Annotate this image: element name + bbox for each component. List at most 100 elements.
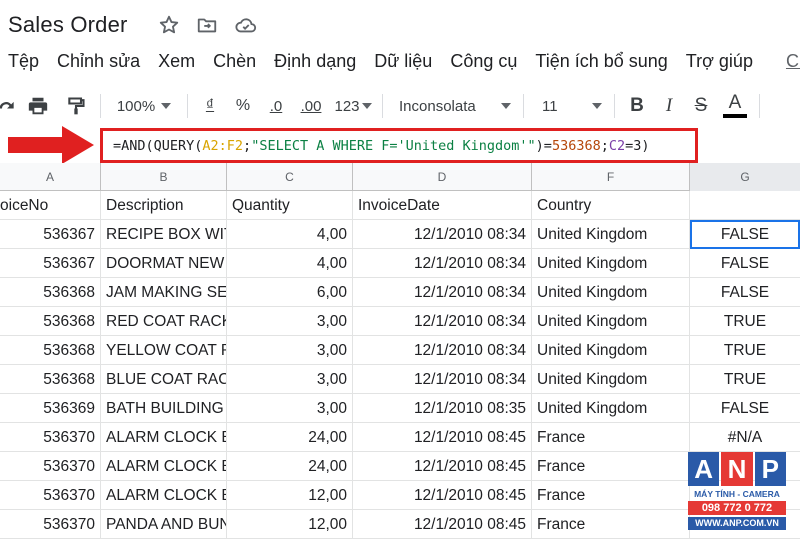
cell-g[interactable]: FALSE (690, 249, 800, 278)
cell-c[interactable]: 3,00 (227, 394, 353, 423)
cell-f[interactable]: United Kingdom (532, 220, 690, 249)
cell-d[interactable]: 12/1/2010 08:45 (353, 423, 532, 452)
menu-view[interactable]: Xem (149, 51, 204, 72)
text-color-button[interactable]: A (717, 93, 753, 118)
document-title[interactable]: Sales Order (8, 12, 128, 38)
cell-b[interactable]: Description (101, 191, 227, 220)
font-family-select[interactable]: Inconsolata (389, 98, 517, 115)
cell-a[interactable]: 536368 (0, 365, 101, 394)
formula-bar[interactable]: =AND(QUERY(A2:F2; "SELECT A WHERE F='Unit… (100, 128, 698, 163)
cell-g[interactable] (690, 191, 800, 220)
cell-c[interactable]: 6,00 (227, 278, 353, 307)
menu-format[interactable]: Định dạng (265, 51, 365, 72)
cell-b[interactable]: ALARM CLOCK B (101, 452, 227, 481)
cell-a[interactable]: 536368 (0, 307, 101, 336)
currency-format-button[interactable]: ₫ (194, 97, 226, 115)
cell-d[interactable]: 12/1/2010 08:45 (353, 481, 532, 510)
italic-button[interactable]: I (653, 95, 685, 117)
cell-d[interactable]: 12/1/2010 08:35 (353, 394, 532, 423)
column-header-g[interactable]: G (690, 163, 800, 191)
cell-d[interactable]: 12/1/2010 08:34 (353, 249, 532, 278)
cell-d[interactable]: 12/1/2010 08:45 (353, 452, 532, 481)
column-header-f[interactable]: F (532, 163, 690, 191)
cell-c[interactable]: 3,00 (227, 307, 353, 336)
cell-f[interactable]: United Kingdom (532, 336, 690, 365)
column-header-c[interactable]: C (227, 163, 353, 191)
cell-c[interactable]: 3,00 (227, 365, 353, 394)
font-size-select[interactable]: 11 (530, 98, 608, 115)
cell-b[interactable]: YELLOW COAT RA (101, 336, 227, 365)
cell-a[interactable]: 536370 (0, 510, 101, 539)
cell-f[interactable]: United Kingdom (532, 278, 690, 307)
cell-g[interactable]: TRUE (690, 307, 800, 336)
cell-c[interactable]: 12,00 (227, 481, 353, 510)
cell-b[interactable]: ALARM CLOCK B (101, 423, 227, 452)
cell-f[interactable]: France (532, 423, 690, 452)
print-icon[interactable] (18, 95, 58, 117)
more-formats-select[interactable]: 123 (330, 98, 376, 115)
cell-c[interactable]: Quantity (227, 191, 353, 220)
cell-g[interactable]: #N/A (690, 423, 800, 452)
cell-f[interactable]: France (532, 452, 690, 481)
redo-icon[interactable] (0, 96, 18, 116)
cell-c[interactable]: 24,00 (227, 452, 353, 481)
cell-a[interactable]: 536370 (0, 423, 101, 452)
cell-d[interactable]: 12/1/2010 08:45 (353, 510, 532, 539)
cloud-saved-icon[interactable] (234, 14, 258, 36)
menu-data[interactable]: Dữ liệu (365, 51, 441, 72)
cell-b[interactable]: RECIPE BOX WIT (101, 220, 227, 249)
cell-a[interactable]: 536368 (0, 278, 101, 307)
cell-f[interactable]: United Kingdom (532, 394, 690, 423)
cell-b[interactable]: PANDA AND BUN (101, 510, 227, 539)
cell-a[interactable]: 536368 (0, 336, 101, 365)
cell-b[interactable]: ALARM CLOCK B (101, 481, 227, 510)
cell-d[interactable]: 12/1/2010 08:34 (353, 220, 532, 249)
cell-f[interactable]: United Kingdom (532, 365, 690, 394)
menu-help[interactable]: Trợ giúp (677, 51, 762, 72)
cell-d[interactable]: InvoiceDate (353, 191, 532, 220)
cell-f[interactable]: United Kingdom (532, 249, 690, 278)
cell-b[interactable]: JAM MAKING SE (101, 278, 227, 307)
cell-c[interactable]: 4,00 (227, 220, 353, 249)
cell-c[interactable]: 12,00 (227, 510, 353, 539)
cell-d[interactable]: 12/1/2010 08:34 (353, 336, 532, 365)
cell-g[interactable]: FALSE (690, 220, 800, 249)
cell-c[interactable]: 3,00 (227, 336, 353, 365)
cell-d[interactable]: 12/1/2010 08:34 (353, 278, 532, 307)
cell-b[interactable]: BLUE COAT RACK (101, 365, 227, 394)
cell-g[interactable]: FALSE (690, 394, 800, 423)
menu-addons[interactable]: Tiện ích bổ sung (526, 51, 676, 72)
bold-button[interactable]: B (621, 95, 653, 117)
menu-edit[interactable]: Chỉnh sửa (48, 51, 149, 72)
cell-g[interactable]: TRUE (690, 336, 800, 365)
cell-d[interactable]: 12/1/2010 08:34 (353, 307, 532, 336)
menu-tools[interactable]: Công cụ (441, 51, 526, 72)
cell-f[interactable]: United Kingdom (532, 307, 690, 336)
cell-b[interactable]: DOORMAT NEW (101, 249, 227, 278)
cell-g[interactable]: FALSE (690, 278, 800, 307)
paint-format-icon[interactable] (58, 95, 94, 117)
zoom-select[interactable]: 100% (107, 98, 181, 115)
cell-a[interactable]: 536370 (0, 481, 101, 510)
cell-a[interactable]: 536367 (0, 249, 101, 278)
column-header-d[interactable]: D (353, 163, 532, 191)
cell-b[interactable]: RED COAT RACK (101, 307, 227, 336)
cell-f[interactable]: France (532, 510, 690, 539)
last-edit-link[interactable]: Chỉnh (777, 51, 800, 72)
cell-f[interactable]: France (532, 481, 690, 510)
cell-b[interactable]: BATH BUILDING (101, 394, 227, 423)
cell-a[interactable]: 536369 (0, 394, 101, 423)
cell-a[interactable]: 536367 (0, 220, 101, 249)
column-header-a[interactable]: A (0, 163, 101, 191)
cell-a[interactable]: 536370 (0, 452, 101, 481)
folder-move-icon[interactable] (196, 14, 218, 36)
menu-file[interactable]: Tệp (0, 51, 48, 72)
cell-d[interactable]: 12/1/2010 08:34 (353, 365, 532, 394)
strikethrough-button[interactable]: S (685, 95, 717, 117)
cell-g[interactable]: TRUE (690, 365, 800, 394)
percent-format-button[interactable]: % (226, 97, 260, 115)
increase-decimals-button[interactable]: .00 (292, 98, 330, 115)
cell-a[interactable]: oiceNo (0, 191, 101, 220)
menu-insert[interactable]: Chèn (204, 51, 265, 72)
star-icon[interactable] (158, 14, 180, 36)
